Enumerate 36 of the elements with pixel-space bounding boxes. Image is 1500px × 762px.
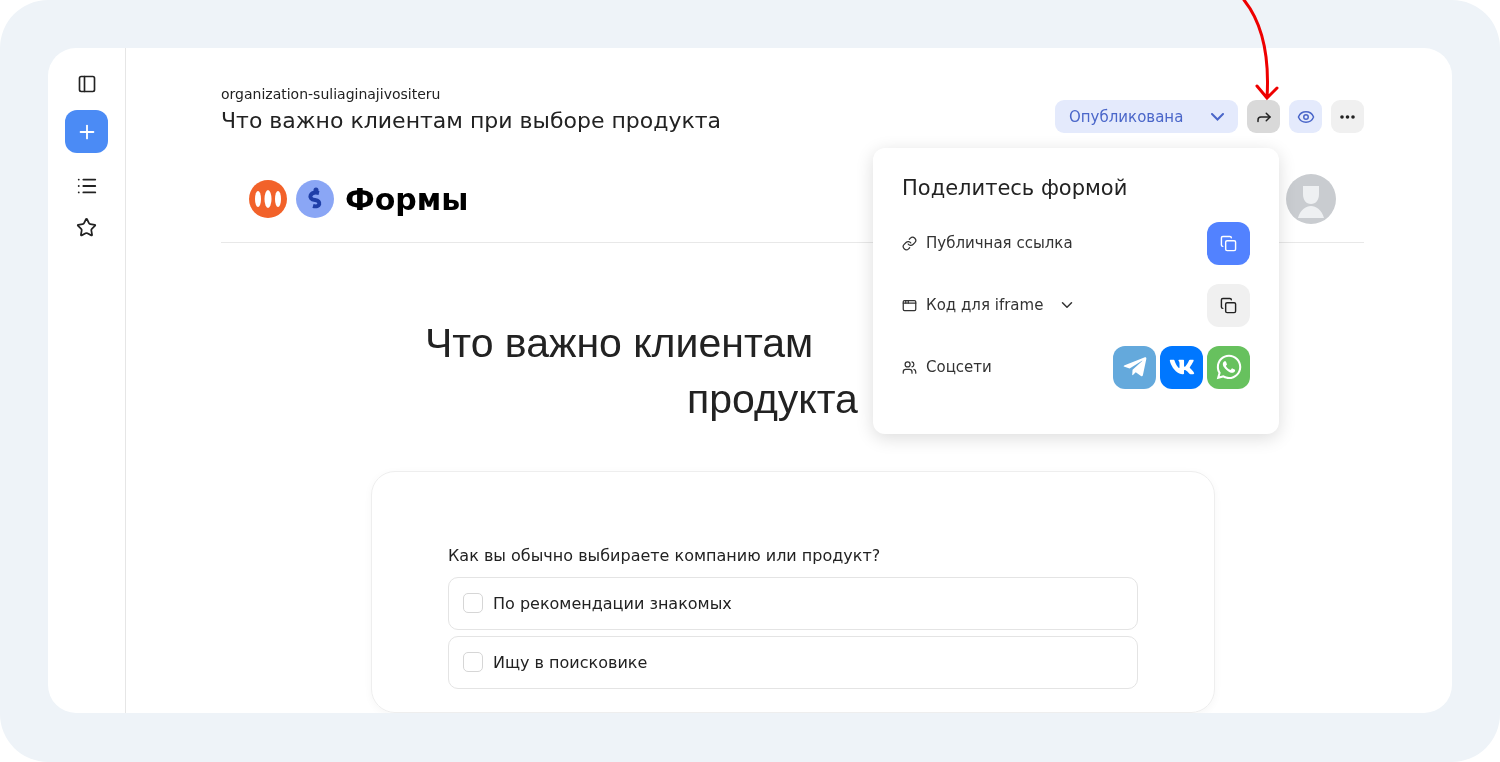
checkbox[interactable] xyxy=(463,652,483,673)
organization-name: organization-suliaginajivositeru xyxy=(221,86,442,102)
form-title: продукта xyxy=(687,374,858,424)
popup-title: Поделитесь формой xyxy=(902,176,1129,200)
share-button[interactable] xyxy=(1247,100,1280,133)
option-label: Ищу в поисковике xyxy=(493,652,648,672)
logo-icon xyxy=(249,180,287,219)
vk-button[interactable] xyxy=(1160,345,1203,389)
link-icon xyxy=(902,235,917,251)
people-icon xyxy=(902,359,917,375)
telegram-button[interactable] xyxy=(1113,345,1156,389)
chevron-down-icon xyxy=(1211,112,1224,121)
preview-button[interactable] xyxy=(1289,100,1322,133)
option-label: По рекомендации знакомых xyxy=(493,593,732,613)
copy-button[interactable] xyxy=(1207,283,1250,327)
question-text: Как вы обычно выбираете компанию или продукт? xyxy=(448,545,882,565)
share-option-label: Код для iframe xyxy=(926,296,1044,314)
more-button[interactable] xyxy=(1331,100,1364,133)
share-option-label: Публичная ссылка xyxy=(926,234,1073,252)
whatsapp-icon xyxy=(1214,353,1243,381)
brand-name: Формы xyxy=(345,181,469,217)
star-icon[interactable] xyxy=(76,217,97,238)
copy-icon xyxy=(1220,296,1237,314)
forms-logo-icon xyxy=(296,180,334,219)
answer-option[interactable]: Ищу в поисковике xyxy=(448,635,1138,689)
sidebar-toggle-icon[interactable] xyxy=(76,74,97,94)
page-title: Что важно клиентам при выборе продукта xyxy=(221,108,722,133)
copy-icon xyxy=(1220,234,1237,252)
more-icon xyxy=(1340,114,1355,119)
status-dropdown[interactable]: Опубликована xyxy=(1055,100,1238,133)
answer-option[interactable]: По рекомендации знакомых xyxy=(448,576,1138,630)
window-icon xyxy=(902,297,917,313)
create-button[interactable] xyxy=(65,110,108,153)
form-title: Что важно клиентам xyxy=(425,318,814,368)
share-option-label: Соцсети xyxy=(926,358,992,376)
checkbox[interactable] xyxy=(463,593,483,614)
